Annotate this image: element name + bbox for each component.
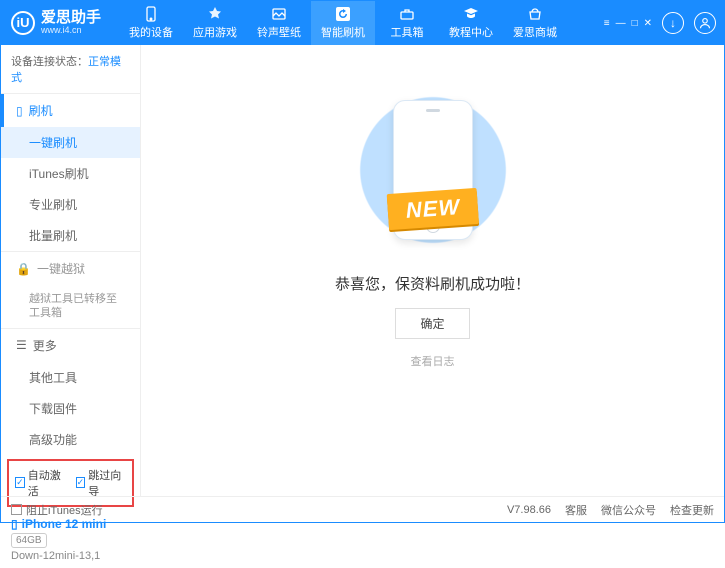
check-update-link[interactable]: 检查更新 (670, 502, 714, 518)
section-jailbreak: 🔒 一键越狱 越狱工具已转移至 工具箱 (1, 251, 140, 328)
app-window: iU 爱思助手 www.i4.cn 我的设备 应用游戏 铃声壁纸 智能刷机 (0, 0, 725, 523)
sidebar-item-pro-flash[interactable]: 专业刷机 (1, 189, 140, 220)
graduation-icon (463, 6, 479, 22)
sidebar-item-itunes-flash[interactable]: iTunes刷机 (1, 158, 140, 189)
sidebar-item-oneclick-flash[interactable]: 一键刷机 (1, 127, 140, 158)
device-detail: Down-12mini-13,1 (11, 550, 130, 562)
nav-apps-games[interactable]: 应用游戏 (183, 1, 247, 45)
sidebar-item-advanced[interactable]: 高级功能 (1, 424, 140, 455)
wallpaper-icon (271, 6, 287, 22)
view-log-link[interactable]: 查看日志 (411, 353, 455, 369)
phone-icon (143, 6, 159, 22)
status-label: 设备连接状态： (11, 56, 88, 68)
nav-smart-flash[interactable]: 智能刷机 (311, 1, 375, 45)
section-title: 更多 (33, 337, 57, 354)
user-icon (699, 17, 711, 29)
nav-label: 智能刷机 (321, 24, 365, 40)
list-icon: ☰ (16, 338, 27, 352)
lock-icon: 🔒 (16, 262, 31, 276)
section-more: ☰ 更多 其他工具 下载固件 高级功能 (1, 328, 140, 455)
version-label: V7.98.66 (507, 504, 551, 516)
nav-label: 我的设备 (129, 24, 173, 40)
download-button[interactable]: ↓ (662, 12, 684, 34)
success-message: 恭喜您，保资料刷机成功啦！ (335, 273, 530, 294)
checkbox-skip-guide[interactable]: ✓ 跳过向导 (76, 467, 127, 499)
toolbox-icon (399, 6, 415, 22)
phone-icon: ▯ (16, 104, 23, 118)
account-button[interactable] (694, 12, 716, 34)
maximize-icon[interactable]: □ (632, 18, 638, 29)
titlebar: iU 爱思助手 www.i4.cn 我的设备 应用游戏 铃声壁纸 智能刷机 (1, 1, 724, 45)
new-ribbon: NEW (386, 188, 479, 230)
apps-icon (207, 6, 223, 22)
nav-my-device[interactable]: 我的设备 (119, 1, 183, 45)
app-title: 爱思助手 (41, 10, 101, 27)
checkbox-icon (11, 504, 22, 515)
section-flash: ▯ 刷机 一键刷机 iTunes刷机 专业刷机 批量刷机 (1, 93, 140, 251)
check-icon: ✓ (76, 477, 86, 488)
nav-toolbox[interactable]: 工具箱 (375, 1, 439, 45)
device-storage-badge: 64GB (11, 533, 47, 548)
checkbox-block-itunes[interactable]: 阻止iTunes运行 (11, 502, 103, 518)
connection-status: 设备连接状态：正常模式 (1, 45, 140, 93)
checkbox-label: 跳过向导 (88, 467, 126, 499)
sidebar-item-batch-flash[interactable]: 批量刷机 (1, 220, 140, 251)
close-icon[interactable]: ✕ (644, 18, 652, 29)
sidebar-item-other-tools[interactable]: 其他工具 (1, 362, 140, 393)
store-icon (527, 6, 543, 22)
body: 设备连接状态：正常模式 ▯ 刷机 一键刷机 iTunes刷机 专业刷机 批量刷机… (1, 45, 724, 496)
minimize-icon[interactable]: — (616, 18, 626, 29)
customer-service-link[interactable]: 客服 (565, 502, 587, 518)
section-header-more[interactable]: ☰ 更多 (1, 329, 140, 362)
check-icon: ✓ (15, 477, 25, 488)
sidebar-item-download-firmware[interactable]: 下载固件 (1, 393, 140, 424)
logo-icon: iU (11, 11, 35, 35)
main-nav: 我的设备 应用游戏 铃声壁纸 智能刷机 工具箱 教程中心 (119, 1, 604, 45)
nav-label: 铃声壁纸 (257, 24, 301, 40)
menu-icon[interactable]: ≡ (604, 18, 610, 29)
refresh-icon (335, 6, 351, 22)
checkbox-label: 自动激活 (28, 467, 66, 499)
jailbreak-note: 越狱工具已转移至 工具箱 (1, 285, 140, 328)
nav-store[interactable]: 爱思商城 (503, 1, 567, 45)
nav-tutorials[interactable]: 教程中心 (439, 1, 503, 45)
main-content: NEW 恭喜您，保资料刷机成功啦！ 确定 查看日志 (141, 45, 724, 496)
nav-label: 工具箱 (391, 24, 424, 40)
section-title: 一键越狱 (37, 260, 85, 277)
checkbox-label: 阻止iTunes运行 (26, 502, 103, 518)
nav-label: 应用游戏 (193, 24, 237, 40)
nav-label: 教程中心 (449, 24, 493, 40)
ok-button[interactable]: 确定 (395, 308, 469, 339)
sidebar: 设备连接状态：正常模式 ▯ 刷机 一键刷机 iTunes刷机 专业刷机 批量刷机… (1, 45, 141, 496)
section-title: 刷机 (29, 102, 53, 119)
app-logo: iU 爱思助手 www.i4.cn (11, 10, 101, 36)
nav-ringtones[interactable]: 铃声壁纸 (247, 1, 311, 45)
checkbox-auto-activate[interactable]: ✓ 自动激活 (15, 467, 66, 499)
nav-label: 爱思商城 (513, 24, 557, 40)
app-url: www.i4.cn (41, 26, 101, 36)
titlebar-controls: ≡ — □ ✕ ↓ (604, 12, 716, 34)
wechat-link[interactable]: 微信公众号 (601, 502, 656, 518)
success-illustration: NEW (333, 85, 533, 255)
section-header-flash[interactable]: ▯ 刷机 (1, 94, 140, 127)
statusbar: 阻止iTunes运行 V7.98.66 客服 微信公众号 检查更新 (1, 496, 724, 522)
section-header-jailbreak[interactable]: 🔒 一键越狱 (1, 252, 140, 285)
